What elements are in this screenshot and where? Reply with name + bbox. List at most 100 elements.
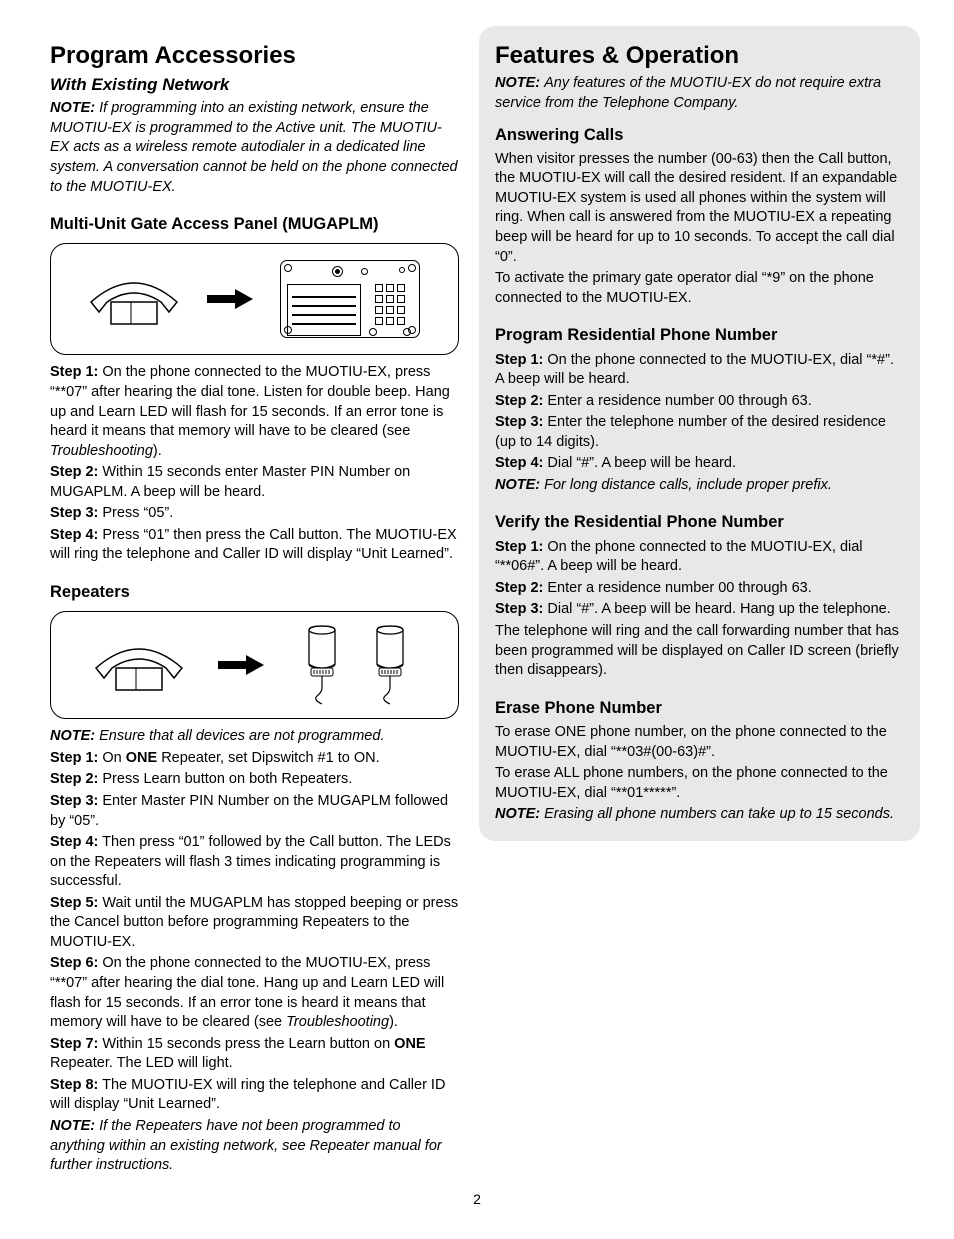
erase-p2: To erase ALL phone numbers, on the phone…: [495, 764, 904, 803]
step-text: Press “05”.: [102, 505, 173, 521]
right-intro-note: NOTE: Any features of the MUOTIU-EX do n…: [495, 74, 904, 113]
step-text: Within 15 seconds press the Learn button…: [102, 1036, 394, 1052]
troubleshooting-ref: Troubleshooting: [286, 1014, 389, 1030]
step-text: On the phone connected to the MUOTIU-EX,…: [495, 539, 863, 575]
note-text: Any features of the MUOTIU-EX do not req…: [495, 75, 881, 111]
step-label: Step 2:: [50, 464, 98, 480]
mugaplm-step3: Step 3: Press “05”.: [50, 504, 459, 524]
step-text: Enter the telephone number of the desire…: [495, 414, 886, 450]
mugaplm-step1: Step 1: On the phone connected to the MU…: [50, 363, 459, 461]
repeaters-step1: Step 1: On ONE Repeater, set Dipswitch #…: [50, 749, 459, 769]
erase-note: NOTE: Erasing all phone numbers can take…: [495, 805, 904, 825]
step-label: Step 3:: [50, 505, 98, 521]
troubleshooting-ref: Troubleshooting: [50, 443, 153, 459]
verify-step2: Step 2: Enter a residence number 00 thro…: [495, 579, 904, 599]
right-column: Features & Operation NOTE: Any features …: [495, 40, 904, 1178]
repeaters-note2: NOTE: If the Repeaters have not been pro…: [50, 1117, 459, 1176]
note-text: Erasing all phone numbers can take up to…: [544, 806, 894, 822]
note-label: NOTE:: [50, 100, 95, 116]
note-text: If programming into an existing network,…: [50, 100, 458, 194]
verify-p1: The telephone will ring and the call for…: [495, 622, 904, 681]
step-text: Press “01” then press the Call button. T…: [50, 527, 457, 563]
answering-p2: To activate the primary gate operator di…: [495, 269, 904, 308]
left-column: Program Accessories With Existing Networ…: [50, 40, 459, 1178]
repeaters-step8: Step 8: The MUOTIU-EX will ring the tele…: [50, 1076, 459, 1115]
step-text: Press Learn button on both Repeaters.: [102, 771, 352, 787]
note-text: For long distance calls, include proper …: [544, 477, 832, 493]
program-step2: Step 2: Enter a residence number 00 thro…: [495, 392, 904, 412]
arrow-icon: [218, 655, 264, 675]
repeaters-step6: Step 6: On the phone connected to the MU…: [50, 954, 459, 1032]
step-label: Step 5:: [50, 895, 98, 911]
step-label: Step 2:: [495, 393, 543, 409]
step-label: Step 3:: [495, 414, 543, 430]
step-tail: ).: [153, 443, 162, 459]
program-step1: Step 1: On the phone connected to the MU…: [495, 351, 904, 390]
step-text: Repeater, set Dipswitch #1 to ON.: [157, 750, 379, 766]
repeaters-step2: Step 2: Press Learn button on both Repea…: [50, 770, 459, 790]
mugaplm-diagram: [50, 243, 459, 355]
right-shaded-panel: Features & Operation NOTE: Any features …: [479, 26, 920, 841]
step-tail: ).: [389, 1014, 398, 1030]
step-text: Repeater. The LED will light.: [50, 1055, 233, 1071]
step-text: The MUOTIU-EX will ring the telephone an…: [50, 1077, 445, 1113]
note-label: NOTE:: [495, 477, 540, 493]
repeaters-note1: NOTE: Ensure that all devices are not pr…: [50, 727, 459, 747]
note-text: If the Repeaters have not been programme…: [50, 1118, 442, 1173]
panel-icon: [280, 260, 420, 338]
step-label: Step 6:: [50, 955, 98, 971]
erase-title: Erase Phone Number: [495, 697, 904, 719]
repeaters-step5: Step 5: Wait until the MUGAPLM has stopp…: [50, 894, 459, 953]
erase-p1: To erase ONE phone number, on the phone …: [495, 723, 904, 762]
repeaters-step3: Step 3: Enter Master PIN Number on the M…: [50, 792, 459, 831]
step-label: Step 1:: [50, 750, 98, 766]
left-heading: Program Accessories: [50, 40, 459, 72]
left-intro-note: NOTE: If programming into an existing ne…: [50, 99, 459, 197]
bold-text: ONE: [126, 750, 157, 766]
answering-p1: When visitor presses the number (00-63) …: [495, 150, 904, 267]
step-text: On: [102, 750, 125, 766]
repeater-icon: [365, 624, 415, 706]
step-label: Step 4:: [495, 455, 543, 471]
repeaters-title: Repeaters: [50, 581, 459, 603]
note-label: NOTE:: [50, 728, 95, 744]
repeaters-step4: Step 4: Then press “01” followed by the …: [50, 833, 459, 892]
mugaplm-step2: Step 2: Within 15 seconds enter Master P…: [50, 463, 459, 502]
step-label: Step 8:: [50, 1077, 98, 1093]
phone-icon: [94, 638, 184, 692]
page-number: 2: [50, 1190, 904, 1209]
program-step3: Step 3: Enter the telephone number of th…: [495, 413, 904, 452]
step-label: Step 2:: [50, 771, 98, 787]
step-label: Step 4:: [50, 834, 98, 850]
answering-title: Answering Calls: [495, 124, 904, 146]
program-step4: Step 4: Dial “#”. A beep will be heard.: [495, 454, 904, 474]
repeaters-step7: Step 7: Within 15 seconds press the Lear…: [50, 1035, 459, 1074]
verify-title: Verify the Residential Phone Number: [495, 511, 904, 533]
step-text: Enter a residence number 00 through 63.: [547, 580, 811, 596]
step-label: Step 1:: [50, 364, 98, 380]
note-label: NOTE:: [50, 1118, 95, 1134]
step-label: Step 1:: [495, 539, 543, 555]
repeater-icon: [297, 624, 347, 706]
step-text: Enter Master PIN Number on the MUGAPLM f…: [50, 793, 448, 829]
step-text: Wait until the MUGAPLM has stopped beepi…: [50, 895, 458, 950]
step-text: Within 15 seconds enter Master PIN Numbe…: [50, 464, 410, 500]
note-text: Ensure that all devices are not programm…: [99, 728, 384, 744]
left-subheading: With Existing Network: [50, 74, 459, 97]
repeater-pair-icon: [297, 624, 415, 706]
verify-step3: Step 3: Dial “#”. A beep will be heard. …: [495, 600, 904, 620]
step-label: Step 3:: [495, 601, 543, 617]
step-text: On the phone connected to the MUOTIU-EX,…: [50, 364, 450, 439]
step-text: Enter a residence number 00 through 63.: [547, 393, 811, 409]
step-label: Step 2:: [495, 580, 543, 596]
two-column-layout: Program Accessories With Existing Networ…: [50, 40, 904, 1178]
step-text: On the phone connected to the MUOTIU-EX,…: [495, 352, 894, 388]
program-note: NOTE: For long distance calls, include p…: [495, 476, 904, 496]
arrow-icon: [207, 289, 253, 309]
step-label: Step 3:: [50, 793, 98, 809]
step-text: Then press “01” followed by the Call but…: [50, 834, 451, 889]
step-label: Step 4:: [50, 527, 98, 543]
step-label: Step 1:: [495, 352, 543, 368]
right-heading: Features & Operation: [495, 40, 904, 72]
mugaplm-step4: Step 4: Press “01” then press the Call b…: [50, 526, 459, 565]
